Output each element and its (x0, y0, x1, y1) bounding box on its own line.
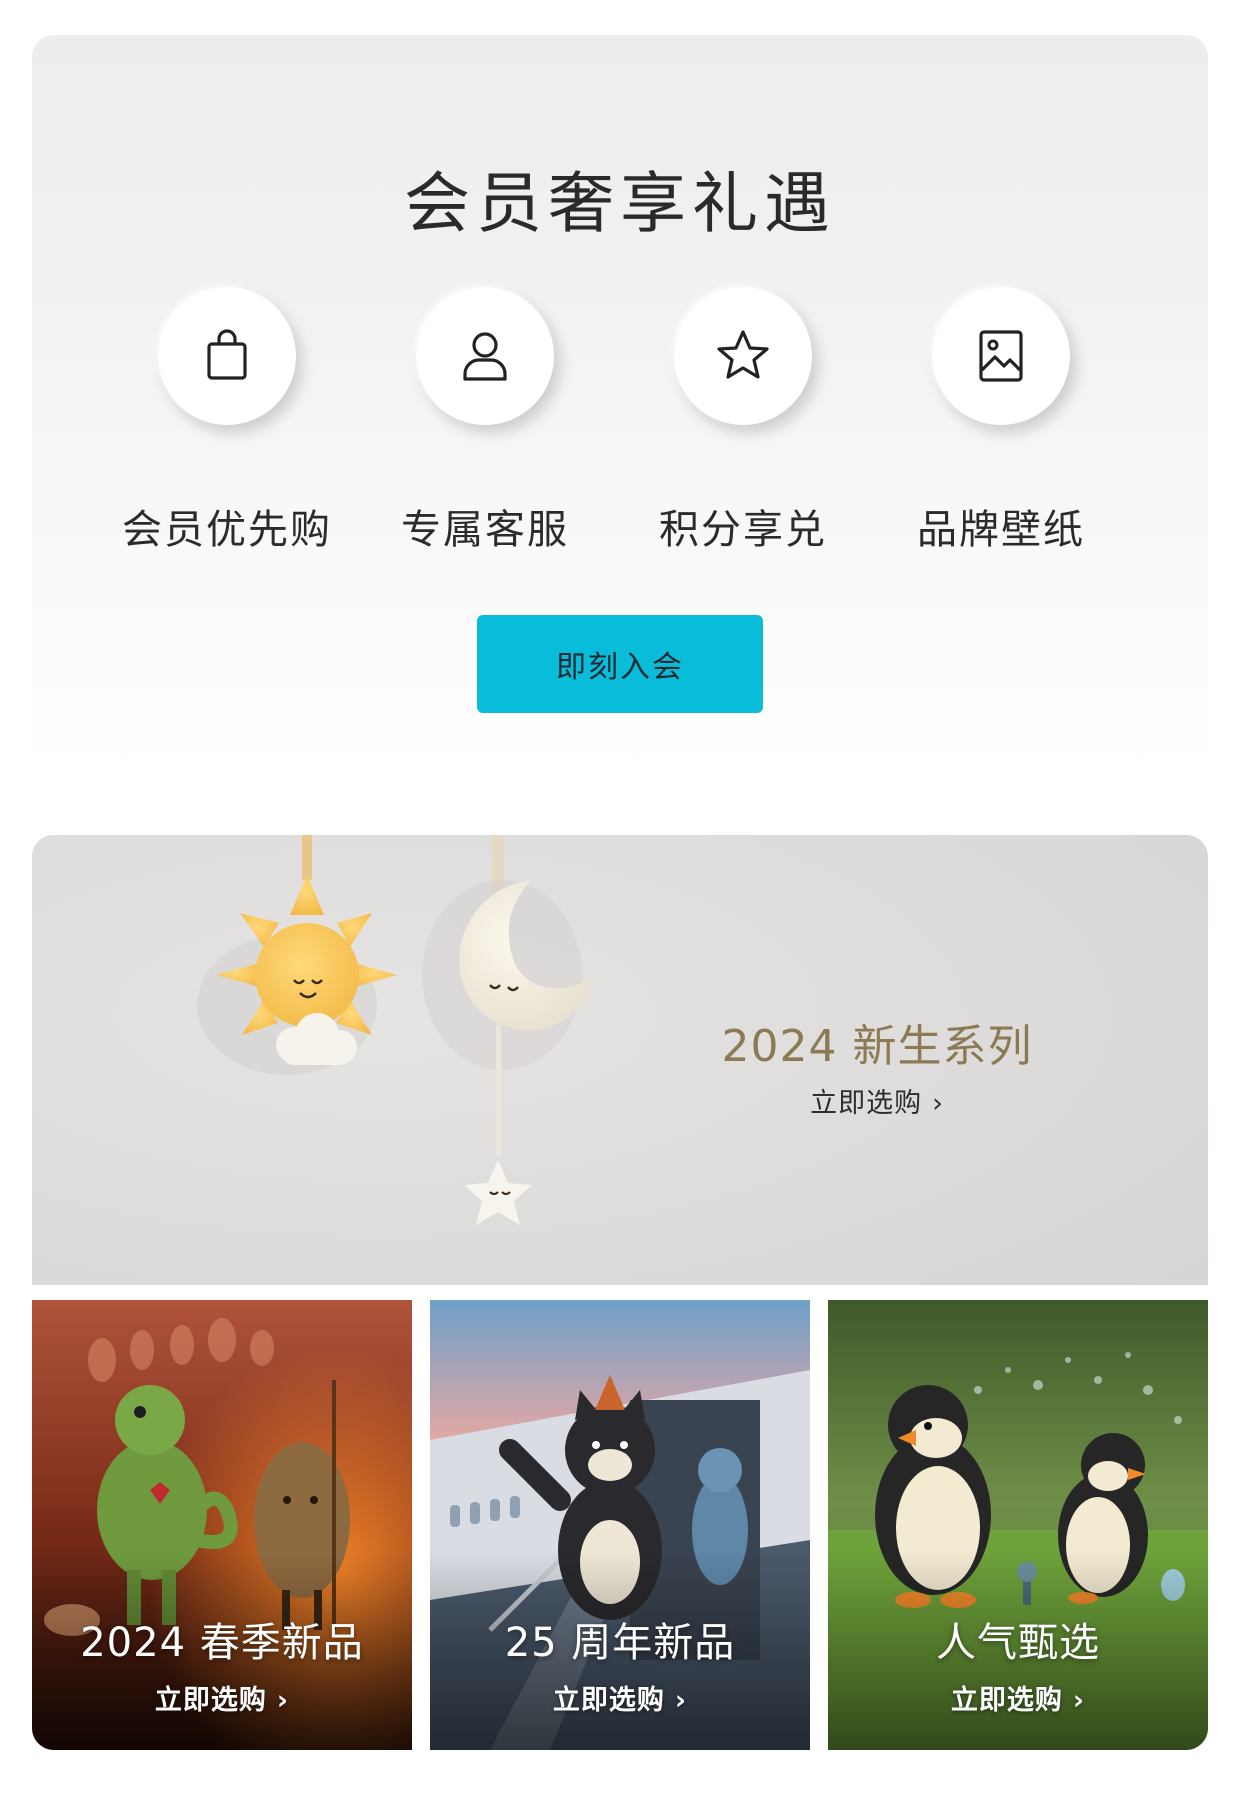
tile-shop-now-link[interactable]: 立即选购 › (430, 1678, 810, 1717)
chevron-right-icon: › (674, 1685, 688, 1716)
tile-shop-now-link[interactable]: 立即选购 › (828, 1678, 1208, 1717)
image-icon (979, 330, 1023, 382)
tile-link-label: 立即选购 (154, 1685, 267, 1716)
tile-link-label: 立即选购 (552, 1685, 665, 1716)
hero-link-label: 立即选购 (810, 1088, 923, 1119)
collection-tile-25th-anniversary[interactable]: 25 周年新品 立即选购 › (430, 1300, 810, 1750)
benefit-icon-circle (674, 287, 812, 425)
benefit-label: 积分享兑 (659, 507, 827, 553)
hero-shop-now-link[interactable]: 立即选购 › (692, 1081, 1062, 1120)
benefit-brand-wallpaper[interactable]: 品牌壁纸 (871, 287, 1131, 567)
member-title: 会员奢享礼遇 (404, 165, 836, 242)
chevron-right-icon: › (276, 1685, 290, 1716)
join-membership-button[interactable]: 即刻入会 (477, 615, 763, 713)
benefit-exclusive-service[interactable]: 专属客服 (355, 287, 615, 567)
benefit-label: 会员优先购 (122, 507, 332, 553)
collection-tile-popular-picks[interactable]: 人气甄选 立即选购 › (828, 1300, 1208, 1750)
user-icon (463, 332, 507, 381)
collection-tile-spring-2024[interactable]: 2024 春季新品 立即选购 › (32, 1300, 412, 1750)
benefit-label: 专属客服 (401, 507, 569, 553)
star-icon (717, 330, 769, 379)
benefit-icon-circle (932, 287, 1070, 425)
member-benefits-card: 会员奢享礼遇 会员优先购 专属客服 积分享兑 品牌壁纸 即刻入会 (32, 35, 1208, 770)
hero-banner-newborn-collection[interactable]: 2024 新生系列 立即选购 › (32, 835, 1208, 1285)
tile-link-label: 立即选购 (950, 1685, 1063, 1716)
tile-shop-now-link[interactable]: 立即选购 › (32, 1678, 412, 1717)
benefit-points-redeem[interactable]: 积分享兑 (613, 287, 873, 567)
benefit-icon-circle (416, 287, 554, 425)
hero-title: 2024 新生系列 (721, 1021, 1033, 1072)
tile-title: 人气甄选 (936, 1620, 1100, 1666)
tile-title: 2024 春季新品 (80, 1620, 364, 1666)
shopping-bag-icon (207, 329, 247, 380)
chevron-right-icon: › (1072, 1685, 1086, 1716)
chevron-right-icon: › (932, 1088, 944, 1119)
benefit-label: 品牌壁纸 (917, 507, 1085, 553)
tile-title: 25 周年新品 (504, 1620, 736, 1666)
benefit-icon-circle (158, 287, 296, 425)
benefit-priority-purchase[interactable]: 会员优先购 (97, 287, 357, 567)
